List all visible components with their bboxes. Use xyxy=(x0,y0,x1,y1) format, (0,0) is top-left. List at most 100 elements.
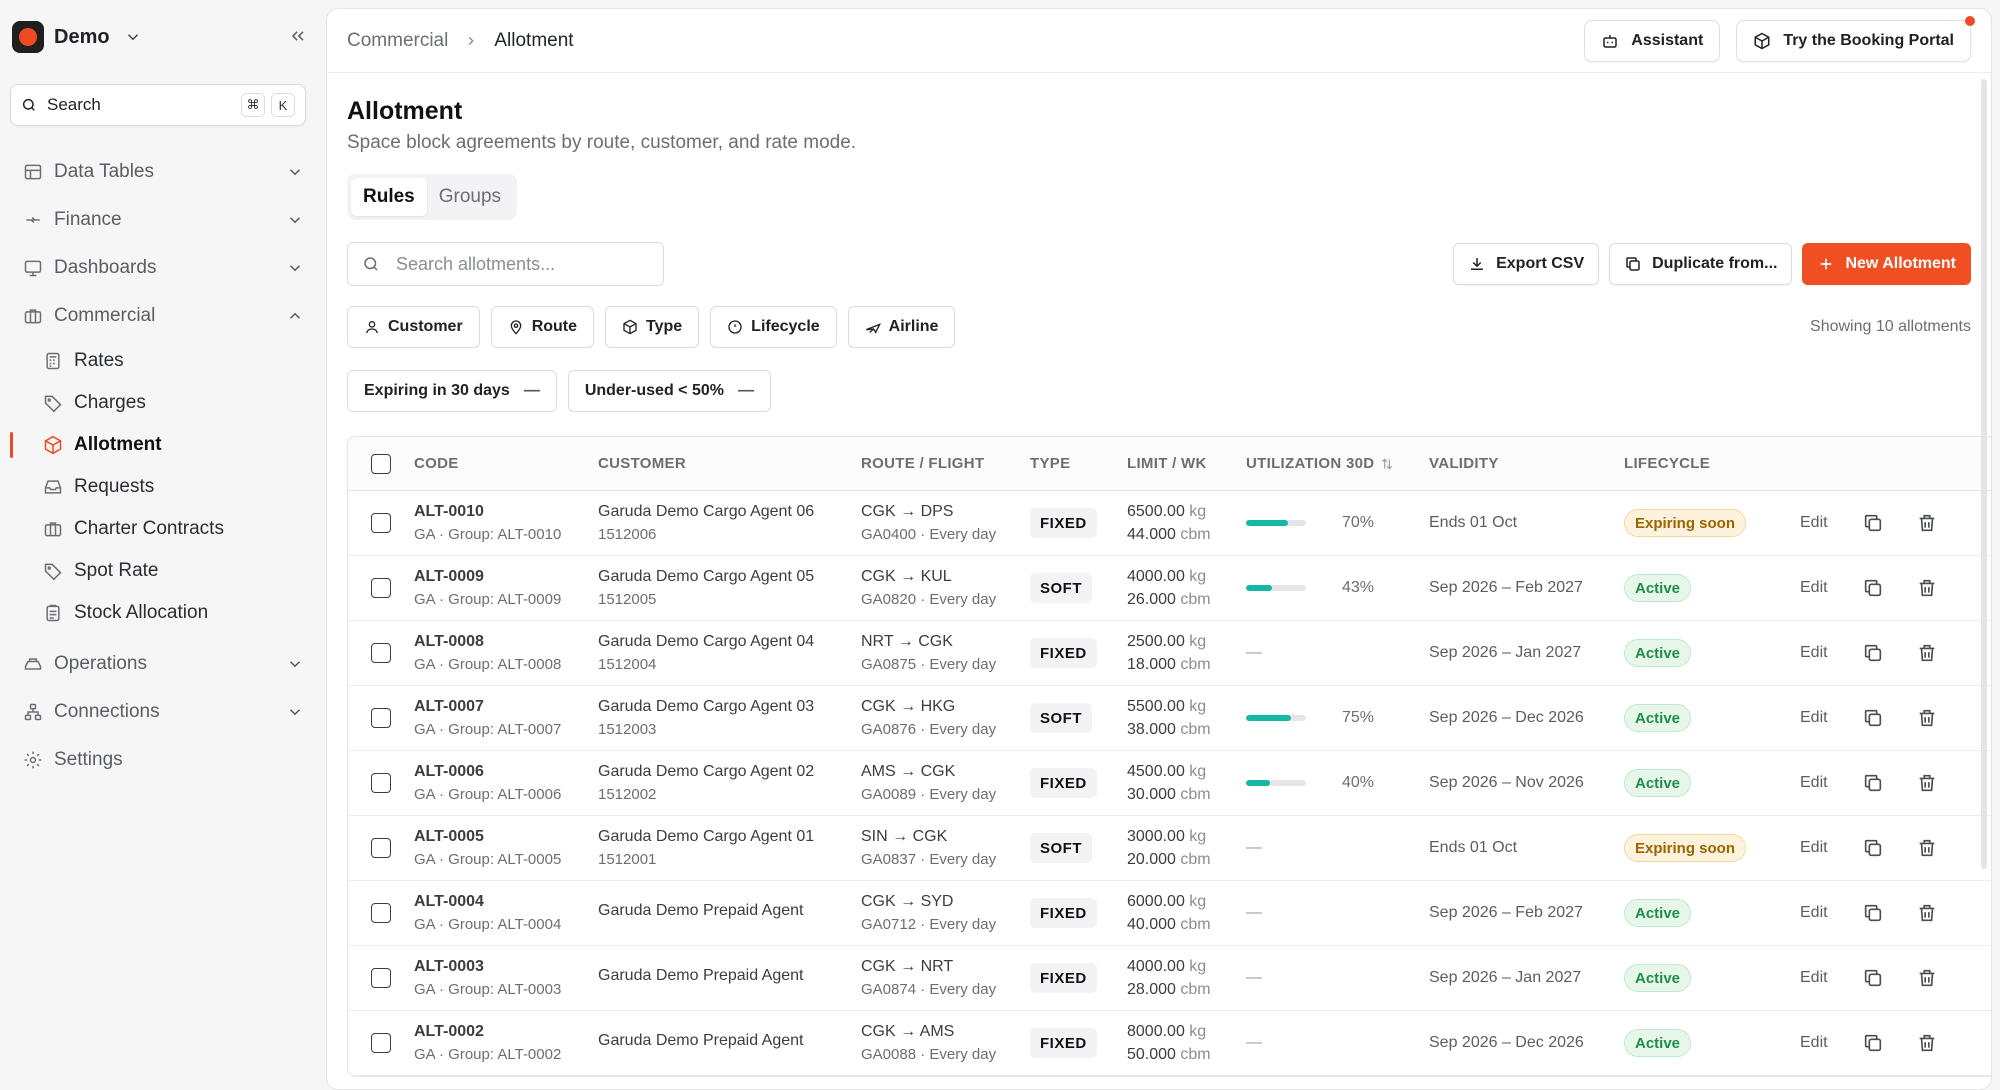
row-checkbox[interactable] xyxy=(371,643,391,663)
tab-rules[interactable]: Rules xyxy=(351,178,427,216)
col-type[interactable]: TYPE xyxy=(1030,455,1127,472)
quick-filter-expiring[interactable]: Expiring in 30 days — xyxy=(347,370,557,412)
unit-kg: kg xyxy=(1189,957,1207,975)
filter-lifecycle[interactable]: Lifecycle xyxy=(710,306,837,348)
edit-button[interactable]: Edit xyxy=(1800,514,1828,532)
nav-operations[interactable]: Operations xyxy=(10,640,316,688)
trash-icon[interactable] xyxy=(1916,1032,1938,1054)
table-row[interactable]: ALT-0009 GA · Group: ALT-0009 Garuda Demo… xyxy=(348,556,1991,621)
allotment-code[interactable]: ALT-0005 xyxy=(414,828,598,846)
assistant-button[interactable]: Assistant xyxy=(1584,19,1721,62)
copy-icon[interactable] xyxy=(1862,902,1884,924)
breadcrumb-commercial[interactable]: Commercial xyxy=(347,30,448,52)
trash-icon[interactable] xyxy=(1916,577,1938,599)
sidebar-search[interactable]: Search ⌘ K xyxy=(10,84,306,126)
edit-button[interactable]: Edit xyxy=(1800,579,1828,597)
table-row[interactable]: ALT-0003 GA · Group: ALT-0003 Garuda Demo… xyxy=(348,946,1991,1011)
allotment-code[interactable]: ALT-0007 xyxy=(414,698,598,716)
copy-icon[interactable] xyxy=(1862,772,1884,794)
nav-data-tables[interactable]: Data Tables xyxy=(10,148,316,196)
col-customer[interactable]: CUSTOMER xyxy=(598,455,861,472)
edit-button[interactable]: Edit xyxy=(1800,709,1828,727)
table-row[interactable]: ALT-0005 GA · Group: ALT-0005 Garuda Demo… xyxy=(348,816,1991,881)
filter-route[interactable]: Route xyxy=(490,306,595,348)
trash-icon[interactable] xyxy=(1916,902,1938,924)
allotment-code[interactable]: ALT-0006 xyxy=(414,763,598,781)
new-allotment-button[interactable]: New Allotment xyxy=(1802,243,1971,285)
nav-settings[interactable]: Settings xyxy=(10,736,316,784)
row-checkbox[interactable] xyxy=(371,578,391,598)
select-all-checkbox[interactable] xyxy=(371,453,391,474)
nav-commercial[interactable]: Commercial xyxy=(10,292,316,340)
col-lifecycle[interactable]: LIFECYCLE xyxy=(1624,455,1798,472)
lifecycle-badge: Active xyxy=(1624,574,1692,602)
filter-type[interactable]: Type xyxy=(605,306,700,348)
row-checkbox[interactable] xyxy=(371,1033,391,1053)
trash-icon[interactable] xyxy=(1916,642,1938,664)
edit-button[interactable]: Edit xyxy=(1800,774,1828,792)
sidebar-item-requests[interactable]: Requests xyxy=(10,466,316,508)
row-checkbox[interactable] xyxy=(371,513,391,533)
edit-button[interactable]: Edit xyxy=(1800,969,1828,987)
allotment-code[interactable]: ALT-0010 xyxy=(414,503,598,521)
trash-icon[interactable] xyxy=(1916,837,1938,859)
copy-icon[interactable] xyxy=(1862,512,1884,534)
allotment-code[interactable]: ALT-0004 xyxy=(414,893,598,911)
filter-customer[interactable]: Customer xyxy=(347,306,480,348)
export-csv-button[interactable]: Export CSV xyxy=(1453,243,1600,285)
sidebar-item-rates[interactable]: Rates xyxy=(10,340,316,382)
edit-button[interactable]: Edit xyxy=(1800,904,1828,922)
trash-icon[interactable] xyxy=(1916,512,1938,534)
sidebar-item-allotment[interactable]: Allotment xyxy=(10,424,316,466)
col-route[interactable]: ROUTE / FLIGHT xyxy=(861,455,1030,472)
copy-icon[interactable] xyxy=(1862,707,1884,729)
nav-connections[interactable]: Connections xyxy=(10,688,316,736)
allotment-group: GA · Group: ALT-0010 xyxy=(414,526,562,543)
nav-dashboards[interactable]: Dashboards xyxy=(10,244,316,292)
copy-icon[interactable] xyxy=(1862,577,1884,599)
filter-airline[interactable]: Airline xyxy=(847,306,956,348)
allotment-code[interactable]: ALT-0009 xyxy=(414,568,598,586)
sidebar-item-charges[interactable]: Charges xyxy=(10,382,316,424)
quick-filter-underused[interactable]: Under-used < 50% — xyxy=(567,370,771,412)
sidebar-item-charter-contracts[interactable]: Charter Contracts xyxy=(10,508,316,550)
allotment-code[interactable]: ALT-0002 xyxy=(414,1023,598,1041)
col-validity[interactable]: VALIDITY xyxy=(1429,455,1624,472)
workspace-switcher[interactable]: Demo xyxy=(10,14,316,60)
copy-icon[interactable] xyxy=(1862,642,1884,664)
row-checkbox[interactable] xyxy=(371,838,391,858)
edit-button[interactable]: Edit xyxy=(1800,644,1828,662)
duplicate-from-button[interactable]: Duplicate from... xyxy=(1609,243,1793,285)
copy-icon[interactable] xyxy=(1862,837,1884,859)
table-row[interactable]: ALT-0010 GA · Group: ALT-0010 Garuda Demo… xyxy=(348,491,1991,556)
table-row[interactable]: ALT-0002 GA · Group: ALT-0002 Garuda Demo… xyxy=(348,1011,1991,1076)
col-utilization[interactable]: UTILIZATION 30D xyxy=(1246,455,1429,472)
trash-icon[interactable] xyxy=(1916,772,1938,794)
row-checkbox[interactable] xyxy=(371,903,391,923)
trash-icon[interactable] xyxy=(1916,967,1938,989)
row-checkbox[interactable] xyxy=(371,708,391,728)
edit-button[interactable]: Edit xyxy=(1800,1034,1828,1052)
col-limit[interactable]: LIMIT / WK xyxy=(1127,455,1246,472)
allotment-code[interactable]: ALT-0003 xyxy=(414,958,598,976)
row-checkbox[interactable] xyxy=(371,773,391,793)
table-row[interactable]: ALT-0008 GA · Group: ALT-0008 Garuda Demo… xyxy=(348,621,1991,686)
sidebar-item-spot-rate[interactable]: Spot Rate xyxy=(10,550,316,592)
scrollbar[interactable] xyxy=(1981,79,1987,869)
allotment-code[interactable]: ALT-0008 xyxy=(414,633,598,651)
collapse-sidebar-icon[interactable] xyxy=(288,26,308,46)
trash-icon[interactable] xyxy=(1916,707,1938,729)
edit-button[interactable]: Edit xyxy=(1800,839,1828,857)
table-row[interactable]: ALT-0004 GA · Group: ALT-0004 Garuda Demo… xyxy=(348,881,1991,946)
table-row[interactable]: ALT-0007 GA · Group: ALT-0007 Garuda Demo… xyxy=(348,686,1991,751)
row-checkbox[interactable] xyxy=(371,968,391,988)
col-code[interactable]: CODE xyxy=(414,455,598,472)
tab-groups[interactable]: Groups xyxy=(427,178,513,216)
copy-icon[interactable] xyxy=(1862,967,1884,989)
booking-portal-button[interactable]: Try the Booking Portal xyxy=(1736,15,1975,62)
nav-finance[interactable]: Finance xyxy=(10,196,316,244)
allotment-search-input[interactable]: Search allotments... xyxy=(347,242,664,286)
copy-icon[interactable] xyxy=(1862,1032,1884,1054)
sidebar-item-stock-allocation[interactable]: Stock Allocation xyxy=(10,592,316,634)
table-row[interactable]: ALT-0006 GA · Group: ALT-0006 Garuda Demo… xyxy=(348,751,1991,816)
